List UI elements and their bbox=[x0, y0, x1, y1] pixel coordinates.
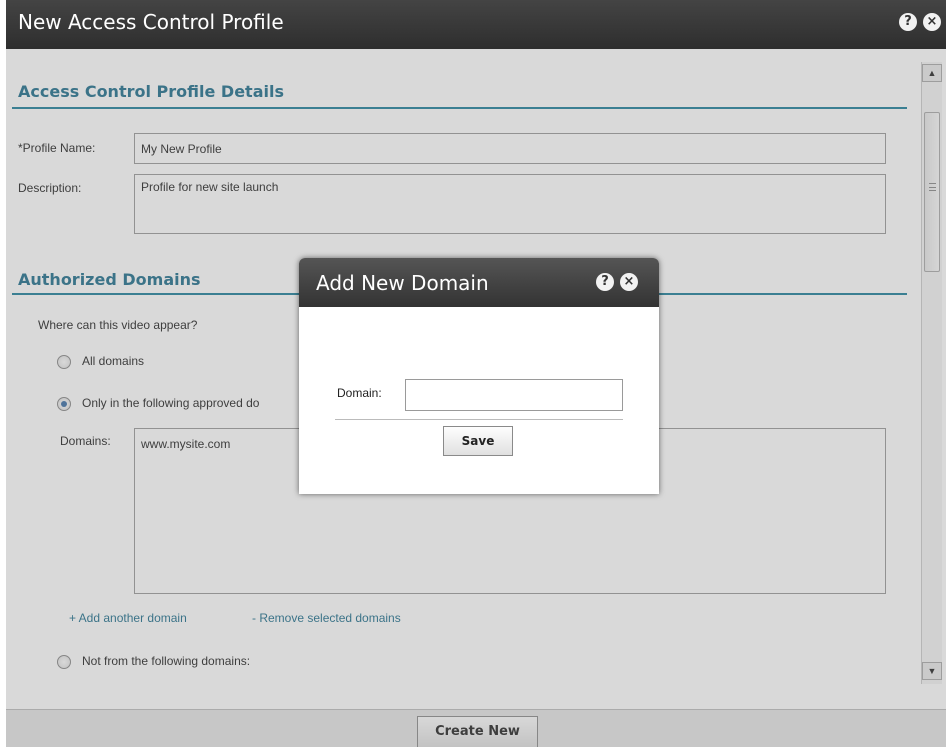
details-heading: Access Control Profile Details bbox=[18, 82, 284, 101]
vertical-scrollbar[interactable]: ▲ ▼ bbox=[921, 62, 942, 684]
dialog-divider bbox=[335, 419, 623, 420]
radio-not-from-domains-label: Not from the following domains: bbox=[82, 654, 251, 668]
close-icon[interactable]: × bbox=[923, 13, 941, 31]
dialog-help-icon[interactable]: ? bbox=[596, 273, 614, 291]
help-icon[interactable]: ? bbox=[899, 13, 917, 31]
domains-heading: Authorized Domains bbox=[18, 270, 201, 289]
remove-domains-link[interactable]: - Remove selected domains bbox=[252, 611, 401, 625]
details-divider bbox=[12, 107, 907, 109]
description-label: Description: bbox=[18, 181, 82, 195]
radio-approved-domains-label: Only in the following approved do bbox=[82, 396, 260, 410]
add-domain-link[interactable]: + Add another domain bbox=[69, 611, 187, 625]
profile-name-input[interactable]: My New Profile bbox=[134, 133, 886, 164]
save-button[interactable]: Save bbox=[443, 426, 513, 456]
grip-icon bbox=[929, 183, 936, 191]
add-domain-dialog: Add New Domain ? × Domain: Save bbox=[299, 258, 659, 494]
radio-all-domains[interactable] bbox=[57, 355, 71, 369]
scroll-up-icon[interactable]: ▲ bbox=[922, 64, 942, 82]
window-title: New Access Control Profile bbox=[18, 10, 284, 34]
dialog-header: Add New Domain ? × bbox=[299, 258, 659, 307]
dialog-close-icon[interactable]: × bbox=[620, 273, 638, 291]
dialog-domain-input[interactable] bbox=[405, 379, 623, 411]
dialog-domain-label: Domain: bbox=[337, 386, 382, 400]
window-titlebar: New Access Control Profile ? × bbox=[6, 0, 946, 49]
profile-name-label: *Profile Name: bbox=[18, 141, 96, 155]
radio-not-from-domains[interactable] bbox=[57, 655, 71, 669]
scroll-down-icon[interactable]: ▼ bbox=[922, 662, 942, 680]
create-new-button[interactable]: Create New bbox=[417, 716, 538, 747]
radio-all-domains-label: All domains bbox=[82, 354, 145, 368]
scroll-thumb[interactable] bbox=[924, 112, 940, 272]
footer-bar: Create New bbox=[6, 709, 946, 747]
domains-list-label: Domains: bbox=[60, 434, 111, 448]
placement-question: Where can this video appear? bbox=[38, 318, 198, 332]
description-textarea[interactable]: Profile for new site launch bbox=[134, 174, 886, 234]
radio-approved-domains[interactable] bbox=[57, 397, 71, 411]
dialog-title: Add New Domain bbox=[316, 271, 489, 295]
